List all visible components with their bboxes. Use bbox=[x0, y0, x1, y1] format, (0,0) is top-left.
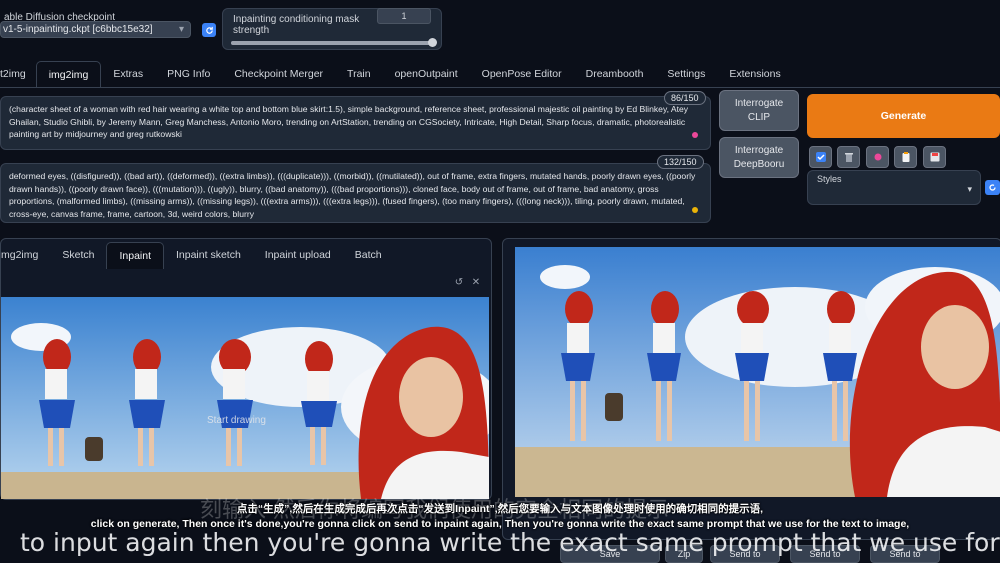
tab-extensions[interactable]: Extensions bbox=[717, 61, 792, 87]
generate-button[interactable]: Generate bbox=[807, 94, 1000, 138]
tab-inpaint[interactable]: Inpaint bbox=[106, 242, 164, 269]
mask-strength-slider-handle[interactable] bbox=[428, 38, 437, 47]
refresh-icon bbox=[989, 184, 996, 191]
negative-token-counter: 132/150 bbox=[657, 155, 704, 169]
canvas-image bbox=[1, 297, 489, 499]
tab-txt2img[interactable]: t2img bbox=[0, 61, 36, 87]
mask-strength-number[interactable]: 1 bbox=[377, 8, 431, 24]
interrogate-clip-line1: Interrogate bbox=[734, 97, 784, 109]
checkbox-button[interactable] bbox=[809, 146, 832, 168]
positive-token-counter: 86/150 bbox=[664, 91, 706, 105]
negative-prompt-input[interactable]: deformed eyes, ((disfigured)), ((bad art… bbox=[0, 163, 711, 223]
save-icon bbox=[930, 152, 939, 162]
checkpoint-dropdown[interactable]: v1-5-inpainting.ckpt [c6bbc15e32] ▾ bbox=[0, 21, 191, 38]
interrogate-clip-line2: CLIP bbox=[747, 111, 771, 123]
tab-checkpoint-merger[interactable]: Checkpoint Merger bbox=[222, 61, 335, 87]
interrogate-clip-button[interactable]: Interrogate CLIP bbox=[719, 90, 799, 131]
clipboard-icon bbox=[902, 152, 909, 162]
mask-strength-label: Inpainting conditioning mask strength bbox=[233, 14, 359, 36]
interrogate-deepbooru-button[interactable]: Interrogate DeepBooru bbox=[719, 137, 799, 178]
tab-dreambooth[interactable]: Dreambooth bbox=[574, 61, 656, 87]
mask-strength-label-line2: strength bbox=[233, 25, 270, 36]
tab-img2img[interactable]: img2img bbox=[35, 61, 102, 88]
styles-panel: Styles ▾ bbox=[807, 170, 981, 205]
dot-icon bbox=[874, 153, 881, 161]
interrogate-deepbooru-line2: DeepBooru bbox=[733, 158, 785, 170]
tab-png-info[interactable]: PNG Info bbox=[155, 61, 222, 87]
tab-openpose-editor[interactable]: OpenPose Editor bbox=[470, 61, 574, 87]
clipboard-button[interactable] bbox=[894, 146, 917, 168]
extra-networks-button[interactable] bbox=[866, 146, 889, 168]
tab-batch[interactable]: Batch bbox=[343, 242, 394, 268]
refresh-checkpoint-button[interactable] bbox=[202, 23, 216, 37]
tab-img2img-sub[interactable]: mg2img bbox=[1, 242, 50, 268]
output-image-graphic bbox=[515, 247, 1000, 497]
tab-openoutpaint[interactable]: openOutpaint bbox=[383, 61, 470, 87]
output-image[interactable] bbox=[515, 247, 1000, 497]
trash-icon bbox=[844, 153, 853, 162]
canvas-hint: Start drawing bbox=[207, 415, 266, 426]
interrogate-deepbooru-line1: Interrogate bbox=[734, 144, 784, 156]
inpaint-canvas[interactable]: Start drawing bbox=[1, 297, 489, 499]
refresh-icon[interactable]: ↺ bbox=[453, 277, 465, 289]
chevron-down-icon: ▾ bbox=[178, 24, 184, 35]
tab-extras[interactable]: Extras bbox=[101, 61, 155, 87]
sub-tab-bar: mg2img Sketch Inpaint Inpaint sketch Inp… bbox=[1, 242, 394, 269]
overlay-english-caption: to input again then you're gonna write t… bbox=[20, 528, 1000, 557]
positive-prompt-input[interactable]: (character sheet of a woman with red hai… bbox=[0, 96, 711, 150]
refresh-icon bbox=[205, 26, 213, 34]
dot-icon bbox=[692, 132, 698, 138]
tab-divider bbox=[0, 87, 1000, 88]
tab-settings[interactable]: Settings bbox=[655, 61, 717, 87]
tab-train[interactable]: Train bbox=[335, 61, 383, 87]
chinese-subtitle: 点击“生成”,然后在生成完成后再次点击“发送到Inpaint”,然后您要输入与文… bbox=[236, 503, 764, 515]
dot-icon bbox=[692, 207, 698, 213]
apply-style-button[interactable] bbox=[985, 180, 1000, 195]
trash-button[interactable] bbox=[837, 146, 860, 168]
negative-prompt-text: deformed eyes, ((disfigured)), ((bad art… bbox=[9, 171, 696, 219]
mask-strength-slider[interactable] bbox=[231, 38, 437, 47]
tab-inpaint-sketch[interactable]: Inpaint sketch bbox=[164, 242, 253, 268]
checkbox-icon bbox=[815, 152, 826, 162]
styles-label: Styles bbox=[817, 174, 842, 184]
mask-strength-slider-fill bbox=[231, 41, 433, 45]
tab-inpaint-upload[interactable]: Inpaint upload bbox=[253, 242, 343, 268]
checkpoint-value: v1-5-inpainting.ckpt [c6bbc15e32] bbox=[3, 24, 153, 35]
top-tab-bar: t2img img2img Extras PNG Info Checkpoint… bbox=[0, 61, 793, 88]
input-image-panel: mg2img Sketch Inpaint Inpaint sketch Inp… bbox=[0, 238, 492, 500]
positive-prompt-text: (character sheet of a woman with red hai… bbox=[9, 104, 689, 139]
styles-dropdown[interactable]: ▾ bbox=[813, 184, 975, 199]
close-icon[interactable]: ✕ bbox=[470, 277, 482, 289]
save-style-button[interactable] bbox=[923, 146, 946, 168]
chevron-down-icon: ▾ bbox=[967, 184, 972, 194]
tab-sketch[interactable]: Sketch bbox=[50, 242, 106, 268]
mask-strength-label-line1: Inpainting conditioning mask bbox=[233, 14, 360, 25]
